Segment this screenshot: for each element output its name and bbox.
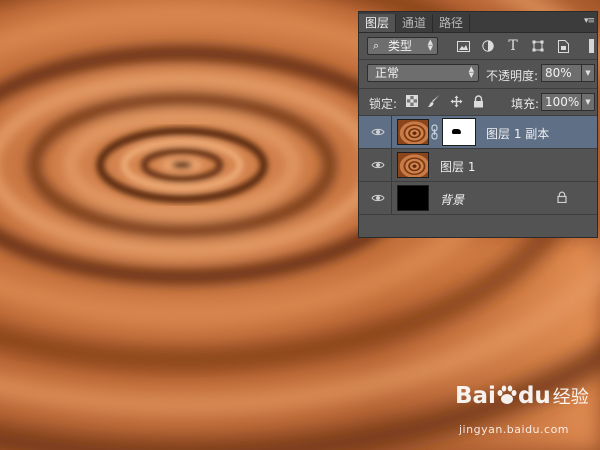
fill-input[interactable]: 100% (541, 93, 582, 111)
tab-channels[interactable]: 通道 (396, 14, 434, 32)
layer-name: 背景 (440, 193, 465, 207)
fill-slider-toggle[interactable]: ▼ (581, 93, 595, 111)
watermark-brand: Bai (455, 383, 496, 409)
watermark-logo-text: Bai du 经验 (455, 383, 589, 409)
layer-filter-dropdown[interactable]: ⌕ 类型 ▲ ▼ (367, 37, 438, 55)
lock-transparent-pixels-icon[interactable] (405, 94, 419, 108)
layer-mask-thumbnail[interactable] (442, 118, 476, 146)
blend-row: 正常 ▲ ▼ 不透明度: 80% ▼ (359, 60, 597, 89)
layer-row-background[interactable]: 背景 (359, 182, 597, 215)
tab-paths[interactable]: 路径 (433, 14, 471, 32)
type-filter-icon[interactable]: T (505, 38, 521, 54)
panel-menu-icon[interactable]: ▾≡ (584, 14, 595, 28)
lock-all-icon[interactable] (471, 94, 485, 108)
eye-icon[interactable] (371, 159, 385, 171)
panel-tab-bar: 图层 通道 路径 ▾≡ (359, 12, 597, 33)
baidu-jingyan-watermark: Bai du 经验 jingyan.baidu.com (455, 383, 589, 443)
search-icon: ⌕ (373, 39, 380, 52)
watermark-brand-tail: du (517, 383, 551, 409)
lock-row: 锁定: 填充: 100% ▼ (359, 89, 597, 116)
lock-image-pixels-icon[interactable] (427, 94, 441, 108)
opacity-input[interactable]: 80% (541, 64, 582, 82)
adjustment-filter-icon[interactable] (480, 39, 496, 53)
paw-logo-icon (497, 385, 517, 404)
eye-icon[interactable] (371, 192, 385, 204)
layer-lock-icon[interactable] (557, 191, 567, 206)
eye-icon[interactable] (371, 126, 385, 138)
layer-row-copy[interactable]: 图层 1 副本 (359, 116, 597, 149)
smart-object-filter-icon[interactable] (555, 39, 571, 53)
layers-panel: 图层 通道 路径 ▾≡ ⌕ 类型 ▲ ▼ T 正常 ▲ ▼ 不透明度: 80% … (358, 11, 598, 238)
chevron-up-down-icon: ▲ ▼ (427, 38, 433, 52)
layer-filter-value: 类型 (388, 39, 413, 53)
filter-row: ⌕ 类型 ▲ ▼ T (359, 33, 597, 60)
layer-thumbnail[interactable] (397, 185, 429, 211)
shape-filter-icon[interactable] (530, 39, 546, 53)
lock-position-icon[interactable] (449, 94, 463, 108)
layer-name: 图层 1 副本 (486, 127, 550, 141)
watermark-brand-cn: 经验 (552, 387, 589, 408)
layer-list: 图层 1 副本 图层 1 背景 (359, 116, 597, 215)
layer-thumbnail[interactable] (397, 119, 429, 145)
blend-mode-value: 正常 (375, 66, 400, 80)
opacity-label: 不透明度: (486, 69, 539, 83)
watermark-url: jingyan.baidu.com (459, 423, 570, 436)
opacity-slider-toggle[interactable]: ▼ (581, 64, 595, 82)
fill-label: 填充: (511, 97, 540, 111)
lock-label: 锁定: (369, 97, 398, 111)
layer-row-layer1[interactable]: 图层 1 (359, 149, 597, 182)
tab-layers[interactable]: 图层 (359, 14, 397, 32)
layer-thumbnail[interactable] (397, 152, 429, 178)
link-chain-icon[interactable] (431, 124, 438, 140)
chevron-up-down-icon: ▲ ▼ (468, 65, 474, 79)
layer-name: 图层 1 (440, 160, 476, 174)
filter-toggle-switch[interactable] (589, 39, 594, 53)
blend-mode-dropdown[interactable]: 正常 ▲ ▼ (367, 64, 479, 82)
image-filter-icon[interactable] (455, 39, 471, 53)
